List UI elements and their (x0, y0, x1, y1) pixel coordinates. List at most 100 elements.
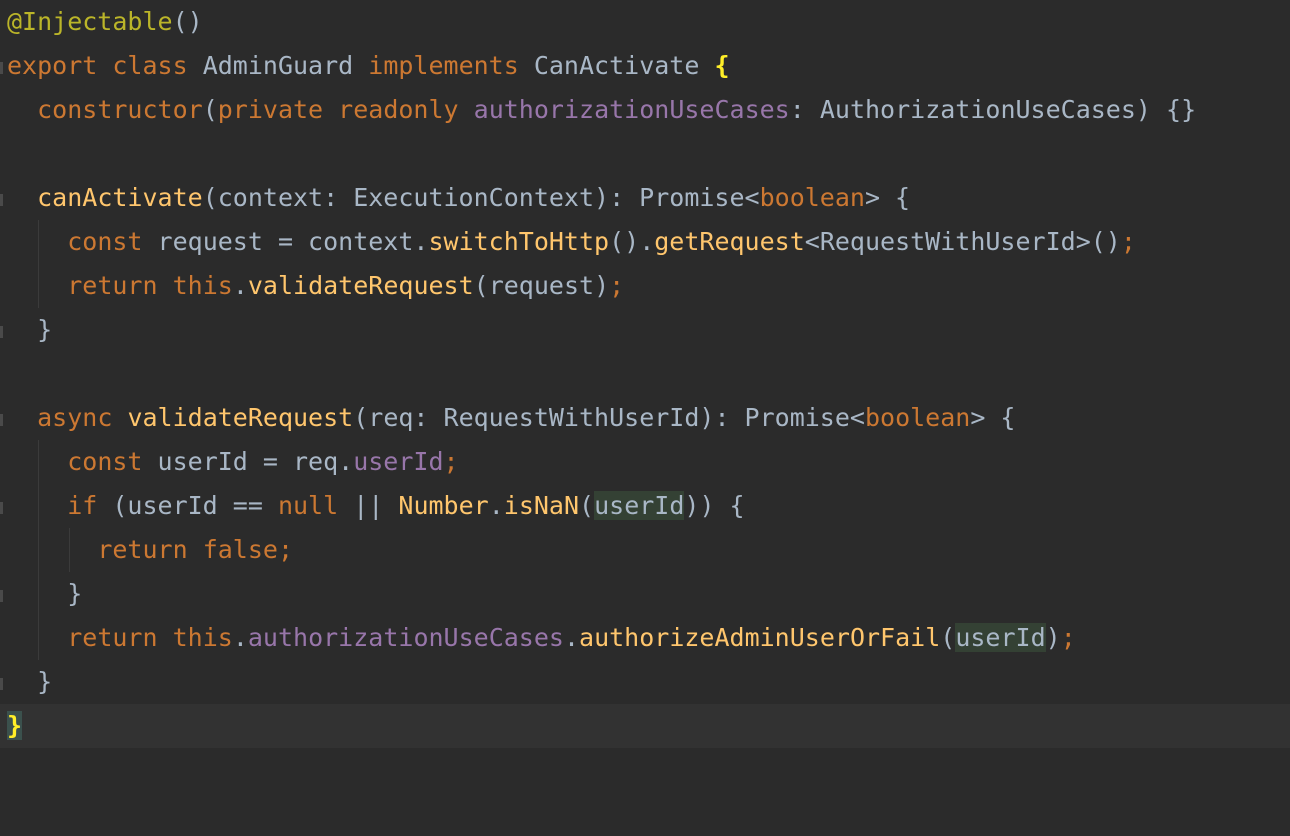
code-token: . (232, 623, 248, 652)
code-token: ; (1120, 227, 1136, 256)
code-line[interactable]: canActivate(context: ExecutionContext): … (0, 176, 1290, 220)
code-token: ( (940, 623, 956, 652)
code-token: <RequestWithUserId>() (804, 227, 1121, 256)
code-token: return (67, 623, 158, 652)
code-token: implements (368, 51, 519, 80)
code-token: ( (202, 95, 218, 124)
code-token: . (563, 623, 580, 652)
usage-highlight: userId (594, 491, 685, 520)
code-line[interactable]: @Injectable() (0, 0, 1290, 44)
code-line[interactable]: return this.validateRequest(request); (0, 264, 1290, 308)
code-token: Number (398, 491, 489, 520)
code-token: || (338, 491, 399, 520)
code-line[interactable]: constructor(private readonly authorizati… (0, 88, 1290, 132)
code-token: ( (579, 491, 595, 520)
current-code-line[interactable]: } (0, 704, 1290, 748)
code-line[interactable]: async validateRequest(req: RequestWithUs… (0, 396, 1290, 440)
code-token: ; (609, 271, 625, 300)
code-token: boolean (864, 403, 971, 432)
code-token: > { (970, 403, 1016, 432)
code-token: } (7, 579, 83, 608)
code-line[interactable]: } (0, 660, 1290, 704)
code-token: userId (353, 447, 444, 476)
code-token: ; (443, 447, 459, 476)
code-token: canActivate (37, 183, 203, 212)
code-token: validateRequest (247, 271, 474, 300)
code-line[interactable]: } (0, 572, 1290, 616)
usage-highlight: userId (955, 623, 1046, 652)
code-line[interactable] (0, 352, 1290, 396)
code-token: this (172, 623, 233, 652)
code-line[interactable]: return false; (0, 528, 1290, 572)
code-token: const (67, 447, 143, 476)
code-token: return (67, 271, 158, 300)
code-token: boolean (759, 183, 865, 212)
code-token: (req: RequestWithUserId): Promise< (353, 403, 865, 432)
code-token: const (67, 227, 143, 256)
code-token: export (7, 51, 98, 80)
code-token: (userId == (97, 491, 278, 520)
code-token: } (7, 667, 53, 696)
code-token: () (172, 7, 203, 36)
code-token: getRequest (654, 227, 805, 256)
code-token: class (112, 51, 188, 80)
code-token: @Injectable (7, 7, 173, 36)
code-editor[interactable]: @Injectable() export class AdminGuard im… (0, 0, 1290, 752)
code-line[interactable]: const request = context.switchToHttp().g… (0, 220, 1290, 264)
code-token: switchToHttp (428, 227, 610, 256)
code-token: authorizationUseCases (247, 623, 564, 652)
code-token: CanActivate (518, 51, 715, 80)
code-token: )) { (684, 491, 745, 520)
code-token: ) (1045, 623, 1061, 652)
code-token: (context: ExecutionContext): Promise< (202, 183, 760, 212)
code-token: validateRequest (127, 403, 354, 432)
code-token: > { (864, 183, 911, 212)
code-token: constructor (37, 95, 203, 124)
code-token: ; (1060, 623, 1076, 652)
code-token: AdminGuard (187, 51, 369, 80)
matched-brace: { (714, 51, 730, 80)
code-token: if (67, 491, 98, 520)
code-line[interactable]: if (userId == null || Number.isNaN(userI… (0, 484, 1290, 528)
code-line[interactable]: return this.authorizationUseCases.author… (0, 616, 1290, 660)
code-token: . (488, 491, 504, 520)
code-token: readonly (338, 95, 459, 124)
code-token: request = context. (142, 227, 429, 256)
code-token: (). (609, 227, 655, 256)
code-token: false (202, 535, 278, 564)
code-line[interactable]: export class AdminGuard implements CanAc… (0, 44, 1290, 88)
code-token: : AuthorizationUseCases) {} (789, 95, 1197, 124)
code-token: authorizationUseCases (473, 95, 790, 124)
code-line[interactable]: } (0, 308, 1290, 352)
code-token: async (37, 403, 113, 432)
code-line[interactable]: const userId = req.userId; (0, 440, 1290, 484)
code-token: (request) (473, 271, 610, 300)
code-token: return (97, 535, 188, 564)
code-token: ; (277, 535, 294, 564)
code-token: userId = req. (142, 447, 354, 476)
code-token: } (7, 315, 53, 344)
code-token: private (217, 95, 324, 124)
code-token: authorizeAdminUserOrFail (579, 623, 941, 652)
code-token: null (277, 491, 339, 520)
code-token: isNaN (503, 491, 580, 520)
code-line[interactable] (0, 132, 1290, 176)
code-token: . (232, 271, 248, 300)
code-token: this (172, 271, 233, 300)
